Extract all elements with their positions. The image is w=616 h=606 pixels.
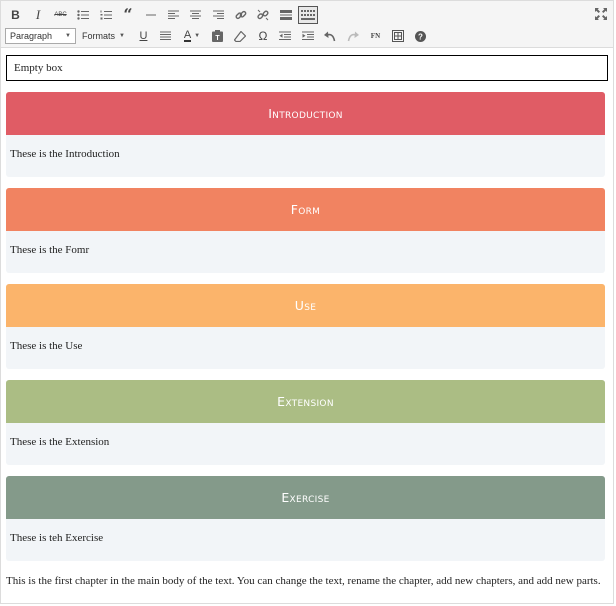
paragraph-format-value: Paragraph	[10, 31, 53, 41]
section-header: Use	[6, 284, 605, 327]
chapter-paragraph[interactable]: This is the first chapter in the main bo…	[6, 573, 606, 589]
toolbar-row-2: Paragraph ▼ Formats ▼ U A ▼ T Ω FN ?	[5, 26, 432, 46]
paste-as-text-button[interactable]: T	[207, 26, 228, 46]
section-title: Form	[290, 202, 321, 217]
horizontal-line-button[interactable]	[140, 5, 161, 25]
read-more-button[interactable]	[275, 5, 296, 25]
blockquote-button[interactable]: “	[118, 5, 139, 25]
help-button[interactable]: ?	[410, 26, 431, 46]
editor-content[interactable]: Empty box Introduction These is the Intr…	[1, 49, 613, 603]
justify-icon	[160, 31, 172, 40]
indent-button[interactable]	[297, 26, 318, 46]
text-color-icon: A	[183, 29, 192, 42]
section-header: Form	[6, 188, 605, 231]
help-icon: ?	[414, 30, 426, 42]
section-title: Extension	[277, 394, 334, 409]
toolbar-row-1: B I ABC “	[5, 5, 319, 25]
toolbar-toggle-button[interactable]	[297, 6, 318, 24]
section-extension[interactable]: Extension These is the Extension	[6, 380, 605, 465]
table-button[interactable]	[387, 26, 408, 46]
outdent-icon	[279, 31, 292, 40]
text-color-button[interactable]: A ▼	[178, 26, 206, 46]
align-center-icon	[190, 10, 201, 19]
editor: B I ABC “ Paragraph ▼ Formats ▼ U A ▼ T …	[0, 0, 614, 604]
section-title: Exercise	[281, 490, 330, 505]
section-form[interactable]: Form These is the Fomr	[6, 188, 605, 273]
section-body[interactable]: These is teh Exercise	[6, 519, 605, 557]
special-character-button[interactable]: Ω	[252, 26, 273, 46]
paste-text-icon: T	[212, 30, 224, 42]
numbered-list-icon	[100, 10, 112, 20]
justify-button[interactable]	[155, 26, 176, 46]
section-header: Introduction	[6, 92, 605, 135]
chevron-down-icon: ▼	[65, 33, 71, 39]
indent-icon	[301, 31, 314, 40]
remove-link-button[interactable]	[253, 5, 274, 25]
fullscreen-icon	[595, 8, 607, 20]
align-left-icon	[167, 10, 179, 19]
outdent-button[interactable]	[275, 26, 296, 46]
paragraph-format-select[interactable]: Paragraph ▼	[5, 28, 76, 44]
section-body[interactable]: These is the Fomr	[6, 231, 605, 269]
numbered-list-button[interactable]	[95, 5, 116, 25]
undo-button[interactable]	[320, 26, 341, 46]
fullscreen-button[interactable]	[595, 7, 607, 25]
align-center-button[interactable]	[185, 5, 206, 25]
redo-button[interactable]	[342, 26, 363, 46]
horizontal-line-icon	[145, 14, 156, 16]
strikethrough-button[interactable]: ABC	[50, 5, 71, 25]
redo-icon	[347, 31, 359, 41]
formats-label: Formats	[82, 31, 116, 41]
section-body[interactable]: These is the Extension	[6, 423, 605, 461]
svg-text:T: T	[216, 35, 221, 42]
eraser-icon	[234, 30, 247, 42]
align-right-icon	[212, 10, 224, 19]
section-use[interactable]: Use These is the Use	[6, 284, 605, 369]
italic-button[interactable]: I	[28, 5, 49, 25]
read-more-icon	[279, 10, 292, 20]
clear-formatting-button[interactable]	[230, 26, 251, 46]
section-title: Use	[294, 298, 317, 313]
underline-button[interactable]: U	[133, 26, 154, 46]
align-left-button[interactable]	[163, 5, 184, 25]
section-body[interactable]: These is the Introduction	[6, 135, 605, 173]
footnote-button[interactable]: FN	[365, 26, 386, 46]
align-right-button[interactable]	[208, 5, 229, 25]
chevron-down-icon: ▼	[119, 33, 125, 39]
unlink-icon	[257, 9, 269, 21]
table-icon	[391, 30, 404, 42]
section-exercise[interactable]: Exercise These is teh Exercise	[6, 476, 605, 561]
link-icon	[234, 10, 246, 20]
insert-link-button[interactable]	[230, 5, 251, 25]
empty-box-text: Empty box	[14, 62, 63, 74]
kitchen-sink-icon	[300, 10, 315, 20]
section-title: Introduction	[268, 106, 343, 121]
formats-menu-button[interactable]: Formats ▼	[82, 31, 125, 41]
bullet-list-button[interactable]	[73, 5, 94, 25]
chevron-down-icon: ▼	[194, 33, 201, 39]
svg-text:?: ?	[418, 32, 423, 41]
bullet-list-icon	[77, 10, 89, 20]
editor-toolbar: B I ABC “ Paragraph ▼ Formats ▼ U A ▼ T …	[1, 1, 613, 48]
section-header: Exercise	[6, 476, 605, 519]
bold-button[interactable]: B	[5, 5, 26, 25]
undo-icon	[324, 31, 336, 41]
section-body[interactable]: These is the Use	[6, 327, 605, 365]
empty-box[interactable]: Empty box	[6, 55, 608, 81]
section-introduction[interactable]: Introduction These is the Introduction	[6, 92, 605, 177]
section-header: Extension	[6, 380, 605, 423]
